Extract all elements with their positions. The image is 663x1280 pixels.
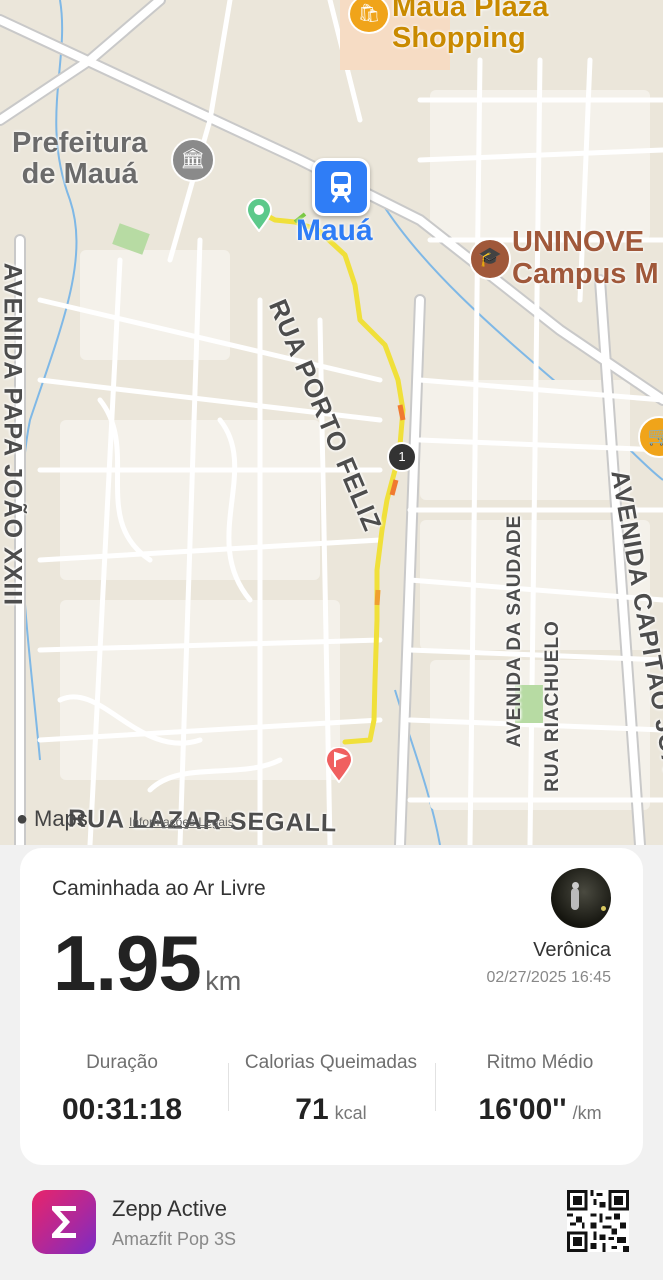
distance-unit: km [205,966,242,996]
uninove-label-line1: UNINOVE [512,226,645,258]
calories-unit: kcal [334,1103,367,1123]
prefeitura-label[interactable]: Prefeitura de Mauá [12,128,147,190]
pace-unit: /km [572,1103,602,1123]
qr-code[interactable] [567,1190,629,1252]
calories-label: Calorias Queimadas [244,1052,418,1073]
street-label-riachuelo: RUA RIACHUELO [542,620,563,792]
start-pin-icon[interactable] [245,198,273,232]
university-icon[interactable]: 🎓 [469,238,511,280]
end-flag-pin-icon[interactable] [324,747,354,783]
user-name: Verônica [533,939,611,961]
avatar[interactable] [551,868,611,928]
pace-label: Ritmo Médio [486,1052,594,1073]
legal-info-link[interactable]: Informações Legais [129,815,234,829]
app-name: Zepp Active [112,1196,227,1221]
km-marker-1[interactable]: 1 [387,442,417,472]
route-map[interactable]: Mauá Plaza Shopping 🛍 Prefeitura de Mauá… [0,0,663,845]
shopping-label[interactable]: Mauá Plaza Shopping [392,0,548,54]
apple-logo-icon: ● [16,808,29,830]
station-label[interactable]: Mauá [296,214,373,248]
stat-divider [435,1063,436,1111]
uninove-label[interactable]: UNINOVE Campus M [512,226,659,290]
calories-number: 71 [295,1093,329,1126]
device-name: Amazfit Pop 3S [112,1229,237,1249]
stat-divider [228,1063,229,1111]
workout-datetime: 02/27/2025 16:45 [486,969,611,986]
shopping-label-line1: Mauá Plaza [392,0,549,23]
street-label-saudade: AVENIDA DA SAUDADE [504,514,525,748]
workout-type: Caminhada ao Ar Livre [52,877,266,900]
distance-value: 1.95 km [53,918,241,1009]
distance-number: 1.95 [53,919,202,1007]
maps-attribution: Maps [34,806,88,831]
prefeitura-label-line2: de Mauá [21,158,138,190]
duration-number: 00:31:18 [61,1093,183,1126]
uninove-label-line2: Campus M [512,258,659,290]
government-building-icon[interactable]: 🏛 [171,138,215,182]
shopping-label-line2: Shopping [392,22,526,54]
pace-value: 16'00''/km [440,1093,640,1127]
duration-value: 00:31:18 [22,1093,222,1127]
pace-number: 16'00'' [478,1093,567,1126]
street-label-papa-joao: AVENIDA PAPA JOÃO XXIII [0,262,27,607]
calories-value: 71 kcal [231,1093,431,1127]
prefeitura-label-line1: Prefeitura [12,127,148,159]
duration-label: Duração [86,1052,158,1073]
zepp-sigma-icon[interactable] [32,1190,96,1254]
train-station-icon[interactable] [312,158,370,216]
